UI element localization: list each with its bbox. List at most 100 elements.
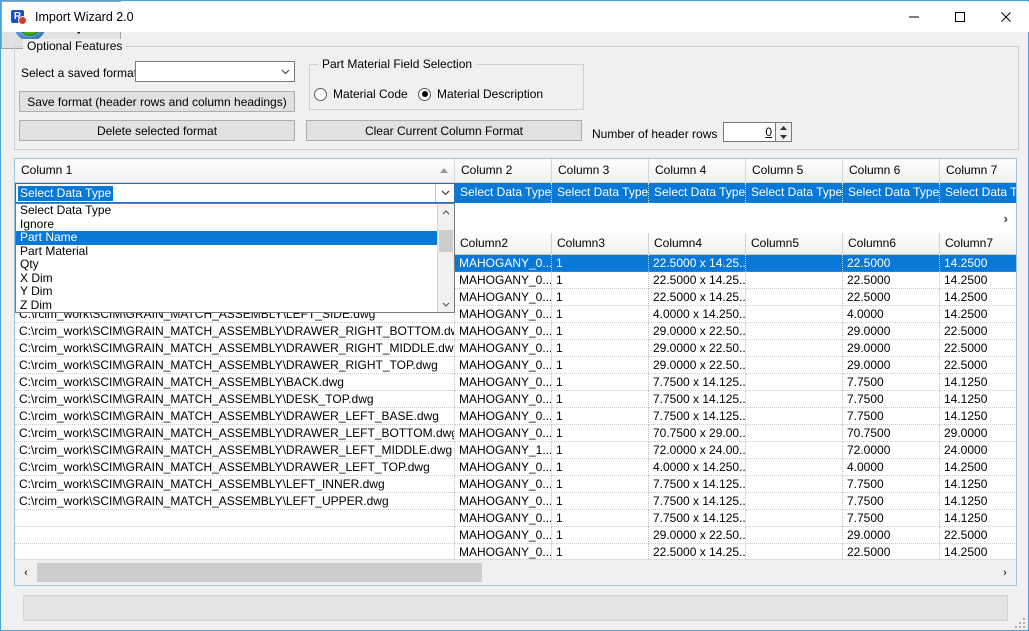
table-cell[interactable]: 14.2500 bbox=[940, 306, 1016, 323]
table-cell[interactable] bbox=[746, 459, 843, 476]
table-cell[interactable]: C:\rcim_work\SCIM\GRAIN_MATCH_ASSEMBLY\B… bbox=[15, 374, 455, 391]
table-row[interactable]: MAHOGANY_0....17.7500 x 14.125...7.75001… bbox=[15, 510, 1016, 527]
table-cell[interactable]: C:\rcim_work\SCIM\GRAIN_MATCH_ASSEMBLY\D… bbox=[15, 357, 455, 374]
table-cell[interactable]: 1 bbox=[552, 459, 649, 476]
column-data-type-combo[interactable]: Select Data Type bbox=[552, 183, 649, 203]
table-row[interactable]: MAHOGANY_0....122.5000 x 14.25...22.5000… bbox=[15, 544, 1016, 559]
dropdown-item[interactable]: Qty bbox=[16, 258, 437, 272]
table-cell[interactable]: MAHOGANY_0.... bbox=[455, 459, 552, 476]
header-column-4[interactable]: Column 4Select Data Type bbox=[649, 159, 746, 203]
column-data-type-combo[interactable]: Select Data Type bbox=[455, 183, 552, 203]
table-row[interactable]: C:\rcim_work\SCIM\GRAIN_MATCH_ASSEMBLY\D… bbox=[15, 340, 1016, 357]
minimize-button[interactable] bbox=[891, 2, 937, 32]
table-row[interactable]: C:\rcim_work\SCIM\GRAIN_MATCH_ASSEMBLY\L… bbox=[15, 493, 1016, 510]
chevron-left-icon[interactable]: ‹ bbox=[15, 560, 37, 585]
data-grid-column-header[interactable]: Column4 bbox=[649, 233, 746, 255]
table-cell[interactable]: MAHOGANY_0.... bbox=[455, 510, 552, 527]
table-row[interactable]: C:\rcim_work\SCIM\GRAIN_MATCH_ASSEMBLY\D… bbox=[15, 459, 1016, 476]
table-cell[interactable]: 1 bbox=[552, 408, 649, 425]
table-cell[interactable]: MAHOGANY_0.... bbox=[455, 340, 552, 357]
column-data-type-combo[interactable]: Select Data Type bbox=[843, 183, 940, 203]
spinner-up-icon[interactable] bbox=[776, 123, 791, 132]
table-cell[interactable]: C:\rcim_work\SCIM\GRAIN_MATCH_ASSEMBLY\D… bbox=[15, 340, 455, 357]
table-cell[interactable] bbox=[746, 527, 843, 544]
data-grid-column-header[interactable]: Column5 bbox=[746, 233, 843, 255]
table-cell[interactable]: 14.1250 bbox=[940, 476, 1016, 493]
horizontal-scrollbar[interactable]: ‹ › bbox=[15, 559, 1016, 585]
header-column-title[interactable]: Column 6 bbox=[843, 159, 940, 183]
scrollbar-track[interactable] bbox=[37, 560, 994, 585]
table-cell[interactable]: C:\rcim_work\SCIM\GRAIN_MATCH_ASSEMBLY\D… bbox=[15, 323, 455, 340]
table-cell[interactable]: C:\rcim_work\SCIM\GRAIN_MATCH_ASSEMBLY\D… bbox=[15, 459, 455, 476]
table-row[interactable]: C:\rcim_work\SCIM\GRAIN_MATCH_ASSEMBLY\B… bbox=[15, 374, 1016, 391]
table-cell[interactable]: 29.0000 x 22.50... bbox=[649, 340, 746, 357]
table-row[interactable]: C:\rcim_work\SCIM\GRAIN_MATCH_ASSEMBLY\D… bbox=[15, 408, 1016, 425]
table-cell[interactable]: 24.0000 bbox=[940, 442, 1016, 459]
header-column-title[interactable]: Column 2 bbox=[455, 159, 552, 183]
dropdown-item[interactable]: Part Name bbox=[16, 231, 437, 245]
table-cell[interactable]: 1 bbox=[552, 272, 649, 289]
dropdown-item[interactable]: Ignore bbox=[16, 218, 437, 232]
table-cell[interactable] bbox=[746, 493, 843, 510]
table-cell[interactable]: 29.0000 bbox=[843, 340, 940, 357]
table-row[interactable]: C:\rcim_work\SCIM\GRAIN_MATCH_ASSEMBLY\D… bbox=[15, 425, 1016, 442]
table-row[interactable]: C:\rcim_work\SCIM\GRAIN_MATCH_ASSEMBLY\D… bbox=[15, 391, 1016, 408]
table-cell[interactable]: 22.5000 bbox=[940, 357, 1016, 374]
table-cell[interactable]: 22.5000 bbox=[940, 340, 1016, 357]
table-cell[interactable]: MAHOGANY_0.... bbox=[455, 527, 552, 544]
table-cell[interactable] bbox=[746, 374, 843, 391]
table-row[interactable]: MAHOGANY_0....129.0000 x 22.50...29.0000… bbox=[15, 527, 1016, 544]
header-column-title[interactable]: Column 1 bbox=[15, 159, 455, 183]
radio-circle-icon[interactable] bbox=[314, 88, 327, 101]
table-cell[interactable]: 29.0000 x 22.50... bbox=[649, 323, 746, 340]
table-cell[interactable] bbox=[746, 544, 843, 559]
table-cell[interactable]: 14.2500 bbox=[940, 272, 1016, 289]
header-column-title[interactable]: Column 5 bbox=[746, 159, 843, 183]
table-cell[interactable] bbox=[15, 527, 455, 544]
table-cell[interactable]: MAHOGANY_0.... bbox=[455, 272, 552, 289]
header-rows-value[interactable]: 0 bbox=[724, 125, 775, 139]
table-cell[interactable]: 14.1250 bbox=[940, 408, 1016, 425]
table-cell[interactable] bbox=[746, 408, 843, 425]
table-cell[interactable] bbox=[746, 357, 843, 374]
table-cell[interactable]: 14.1250 bbox=[940, 493, 1016, 510]
spinner-down-icon[interactable] bbox=[776, 132, 791, 141]
chevron-down-icon[interactable] bbox=[277, 62, 294, 81]
table-cell[interactable]: MAHOGANY_0.... bbox=[455, 306, 552, 323]
table-cell[interactable] bbox=[746, 442, 843, 459]
saved-format-combo[interactable] bbox=[135, 61, 295, 82]
table-cell[interactable]: 22.5000 x 14.25... bbox=[649, 255, 746, 272]
table-cell[interactable]: 70.7500 bbox=[843, 425, 940, 442]
table-cell[interactable]: 1 bbox=[552, 527, 649, 544]
table-cell[interactable] bbox=[746, 425, 843, 442]
table-cell[interactable]: 29.0000 bbox=[843, 527, 940, 544]
table-cell[interactable]: 1 bbox=[552, 306, 649, 323]
table-cell[interactable]: MAHOGANY_1.... bbox=[455, 442, 552, 459]
table-cell[interactable]: 1 bbox=[552, 425, 649, 442]
header-column-title[interactable]: Column 4 bbox=[649, 159, 746, 183]
table-cell[interactable]: 1 bbox=[552, 493, 649, 510]
table-row[interactable]: C:\rcim_work\SCIM\GRAIN_MATCH_ASSEMBLY\D… bbox=[15, 357, 1016, 374]
dropdown-scrollbar-thumb[interactable] bbox=[439, 230, 453, 252]
table-cell[interactable]: 22.5000 bbox=[843, 272, 940, 289]
table-cell[interactable]: MAHOGANY_0.... bbox=[455, 476, 552, 493]
table-cell[interactable] bbox=[746, 272, 843, 289]
resize-grip-icon[interactable] bbox=[1013, 616, 1025, 628]
table-cell[interactable]: C:\rcim_work\SCIM\GRAIN_MATCH_ASSEMBLY\D… bbox=[15, 425, 455, 442]
table-cell[interactable] bbox=[746, 306, 843, 323]
table-cell[interactable]: 4.0000 bbox=[843, 459, 940, 476]
data-grid-column-header[interactable]: Column3 bbox=[552, 233, 649, 255]
maximize-button[interactable] bbox=[937, 2, 983, 32]
table-cell[interactable]: 1 bbox=[552, 442, 649, 459]
table-cell[interactable]: 29.0000 bbox=[843, 357, 940, 374]
table-cell[interactable]: 4.0000 x 14.250... bbox=[649, 459, 746, 476]
table-cell[interactable]: 7.7500 bbox=[843, 510, 940, 527]
save-format-button[interactable]: Save format (header rows and column head… bbox=[19, 91, 295, 112]
table-row[interactable]: C:\rcim_work\SCIM\GRAIN_MATCH_ASSEMBLY\L… bbox=[15, 476, 1016, 493]
table-cell[interactable]: 14.2500 bbox=[940, 289, 1016, 306]
data-grid-column-header[interactable]: Column2 bbox=[455, 233, 552, 255]
data-type-dropdown-list[interactable]: Select Data TypeIgnorePart NamePart Mate… bbox=[15, 203, 455, 313]
table-cell[interactable]: 1 bbox=[552, 323, 649, 340]
table-cell[interactable]: 72.0000 bbox=[843, 442, 940, 459]
header-column-title[interactable]: Column 7 bbox=[940, 159, 1016, 183]
